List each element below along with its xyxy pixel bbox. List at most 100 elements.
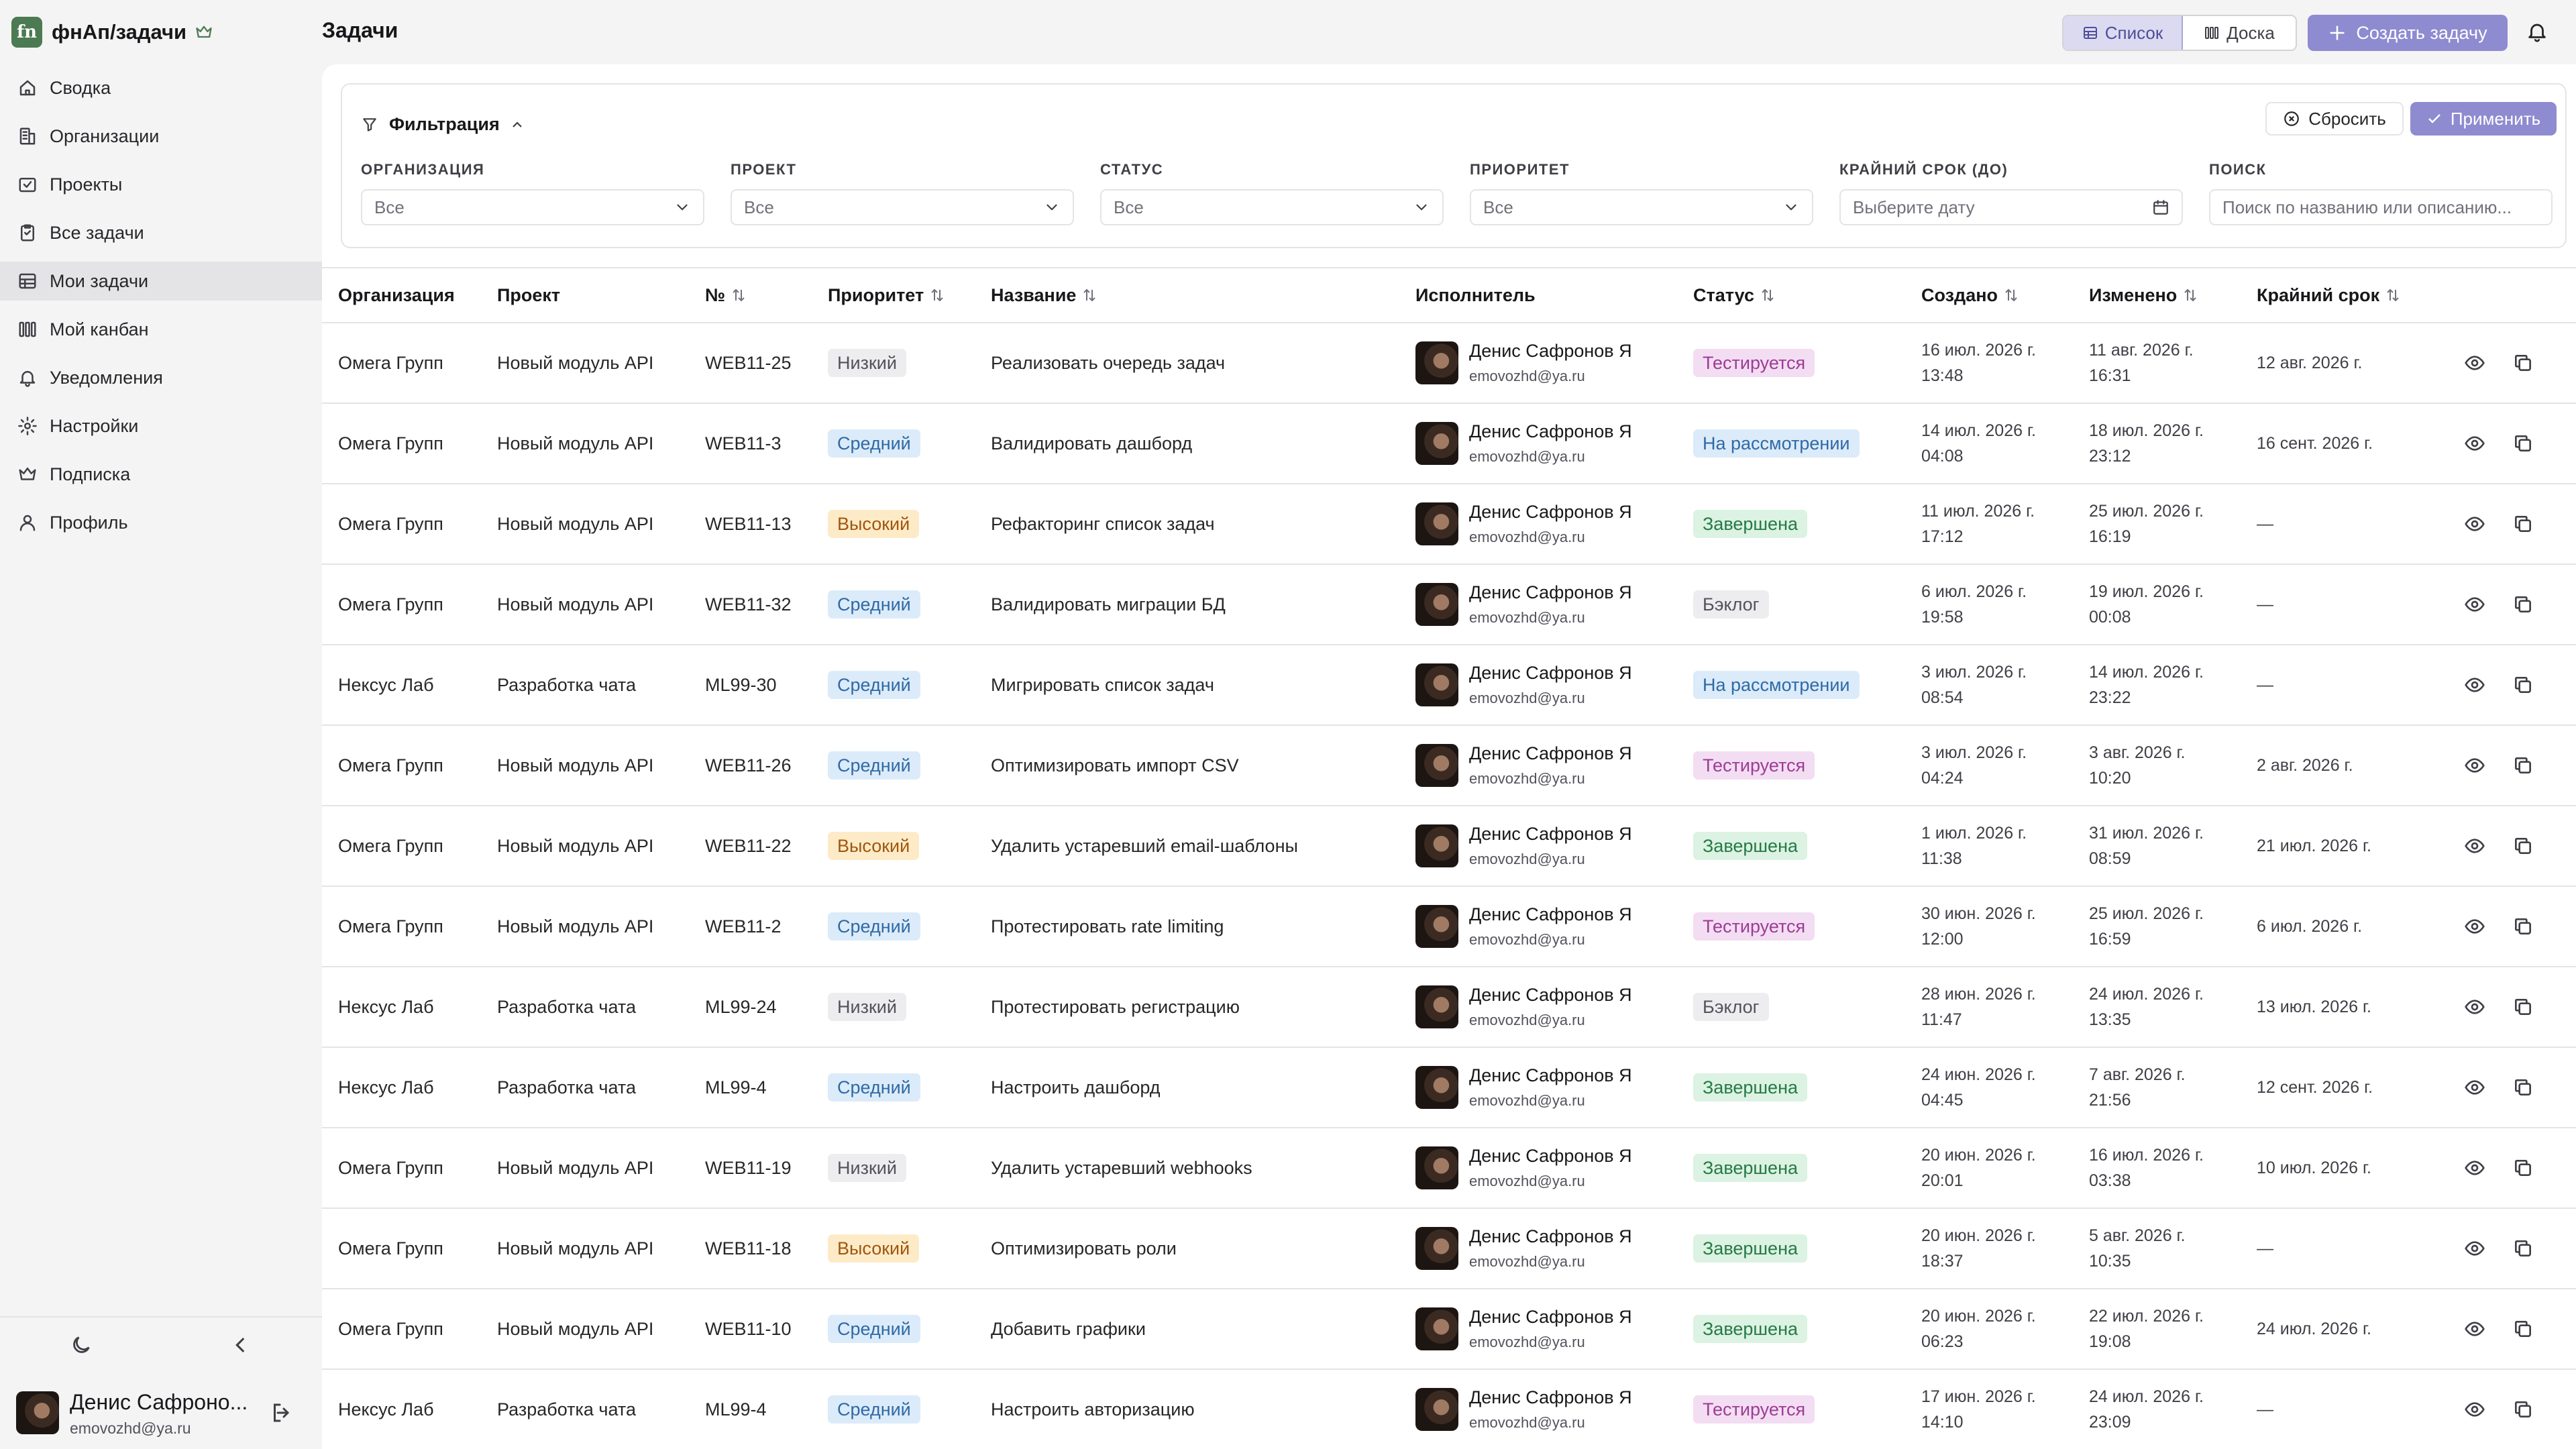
copy-task-button[interactable] [2512,645,2534,724]
filter-date[interactable]: Выберите дату [1839,189,2183,225]
col-org[interactable]: Организация [338,268,455,322]
avatar [16,1391,59,1434]
table-row[interactable]: Омега Групп Новый модуль API WEB11-10 Средн… [322,1289,2576,1370]
table-row[interactable]: Омега Групп Новый модуль API WEB11-19 Низки… [322,1128,2576,1209]
table-row[interactable]: Нексус Лаб Разработка чата ML99-24 Низкий Пр… [322,967,2576,1048]
filter-toggle[interactable]: Фильтрация [361,114,525,135]
cell-name: Валидировать миграции БД [991,594,1226,614]
view-task-button[interactable] [2464,1209,2485,1288]
sidebar-item-9[interactable]: Профиль [0,503,322,542]
col-updated[interactable]: Изменено [2089,268,2198,322]
copy-task-button[interactable] [2512,726,2534,805]
sidebar-item-3[interactable]: Все задачи [0,213,322,252]
filter-select[interactable]: Все [731,189,1074,225]
apply-button[interactable]: Применить [2410,102,2557,136]
sidebar-item-1[interactable]: Организации [0,117,322,156]
apply-label: Применить [2450,108,2541,129]
view-board-button[interactable]: Доска [2183,16,2296,50]
view-task-button[interactable] [2464,1289,2485,1368]
sidebar-item-2[interactable]: Проекты [0,165,322,204]
copy-task-button[interactable] [2512,1209,2534,1288]
eye-icon [2464,433,2485,454]
table-row[interactable]: Омега Групп Новый модуль API WEB11-2 Средни… [322,887,2576,967]
col-deadline[interactable]: Крайний срок [2257,268,2401,322]
view-list-button[interactable]: Список [2063,16,2183,50]
col-created[interactable]: Создано [1921,268,2019,322]
table-row[interactable]: Нексус Лаб Разработка чата ML99-4 Средний На… [322,1370,2576,1449]
view-task-button[interactable] [2464,1370,2485,1449]
updated-time: 03:38 [2089,1171,2131,1190]
assignee-email: emovozhd@ya.ru [1469,1012,1585,1028]
bell-icon[interactable] [2526,20,2548,43]
sidebar-item-8[interactable]: Подписка [0,455,322,494]
cell-name: Рефакторинг список задач [991,513,1215,534]
view-task-button[interactable] [2464,806,2485,885]
view-task-button[interactable] [2464,404,2485,483]
brand[interactable]: fn фнАп/задачи [11,16,213,48]
view-task-button[interactable] [2464,1128,2485,1208]
col-num[interactable]: № [705,268,747,322]
table-row[interactable]: Омега Групп Новый модуль API WEB11-32 Средн… [322,565,2576,645]
copy-task-button[interactable] [2512,1128,2534,1208]
view-task-button[interactable] [2464,565,2485,644]
view-task-button[interactable] [2464,726,2485,805]
table-row[interactable]: Омега Групп Новый модуль API WEB11-3 Средни… [322,404,2576,484]
table-row[interactable]: Омега Групп Новый модуль API WEB11-26 Средн… [322,726,2576,806]
filter-search[interactable]: Поиск по названию или описанию... [2209,189,2553,225]
create-task-button[interactable]: Создать задачу [2308,15,2508,51]
sidebar-item-5[interactable]: Мой канбан [0,310,322,349]
assignee-email: emovozhd@ya.ru [1469,448,1585,465]
copy-task-button[interactable] [2512,404,2534,483]
filter-select[interactable]: Все [1100,189,1444,225]
table-row[interactable]: Нексус Лаб Разработка чата ML99-4 Средний На… [322,1048,2576,1128]
col-status[interactable]: Статус [1693,268,1776,322]
table-row[interactable]: Омега Групп Новый модуль API WEB11-18 Высок… [322,1209,2576,1289]
cell-num: ML99-4 [705,1399,767,1419]
view-task-button[interactable] [2464,323,2485,402]
view-task-button[interactable] [2464,887,2485,966]
view-task-button[interactable] [2464,1048,2485,1127]
cell-priority: Средний [828,565,920,644]
reset-button[interactable]: Сбросить [2265,102,2404,136]
view-task-button[interactable] [2464,484,2485,564]
table-row[interactable]: Нексус Лаб Разработка чата ML99-30 Средний М… [322,645,2576,726]
copy-task-button[interactable] [2512,1370,2534,1449]
cell-created: 28 июн. 2026 г. 11:47 [1921,967,2036,1046]
table-row[interactable]: Омега Групп Новый модуль API WEB11-22 Высок… [322,806,2576,887]
copy-task-button[interactable] [2512,323,2534,402]
copy-task-button[interactable] [2512,1048,2534,1127]
priority-badge: Низкий [828,349,906,377]
col-assignee[interactable]: Исполнитель [1415,268,1536,322]
bell-icon [17,368,38,388]
priority-badge: Средний [828,429,920,458]
filter-select[interactable]: Все [361,189,704,225]
col-name[interactable]: Название [991,268,1097,322]
chevron-left-icon[interactable] [229,1334,252,1356]
view-task-button[interactable] [2464,967,2485,1046]
created-time: 19:58 [1921,608,1964,627]
filter-select[interactable]: Все [1470,189,1813,225]
sidebar-item-4[interactable]: Мои задачи [0,262,322,301]
copy-task-button[interactable] [2512,484,2534,564]
copy-task-button[interactable] [2512,1289,2534,1368]
copy-task-button[interactable] [2512,967,2534,1046]
table-row[interactable]: Омега Групп Новый модуль API WEB11-25 Низки… [322,323,2576,404]
priority-badge: Средний [828,912,920,941]
copy-task-button[interactable] [2512,565,2534,644]
user-card[interactable]: Денис Сафроно... emovozhd@ya.ru [16,1386,306,1440]
col-priority[interactable]: Приоритет [828,268,945,322]
copy-task-button[interactable] [2512,806,2534,885]
sidebar-item-6[interactable]: Уведомления [0,358,322,397]
col-project[interactable]: Проект [497,268,560,322]
view-task-button[interactable] [2464,645,2485,724]
cell-org: Нексус Лаб [338,674,434,695]
table-row[interactable]: Омега Групп Новый модуль API WEB11-13 Высок… [322,484,2576,565]
sidebar-item-label: Настройки [50,415,139,436]
status-badge: Завершена [1693,510,1808,538]
logout-icon[interactable] [270,1401,294,1425]
copy-task-button[interactable] [2512,887,2534,966]
moon-icon[interactable] [70,1334,93,1356]
eye-icon [2464,1238,2485,1259]
sidebar-item-7[interactable]: Настройки [0,407,322,445]
sidebar-item-0[interactable]: Сводка [0,68,322,107]
